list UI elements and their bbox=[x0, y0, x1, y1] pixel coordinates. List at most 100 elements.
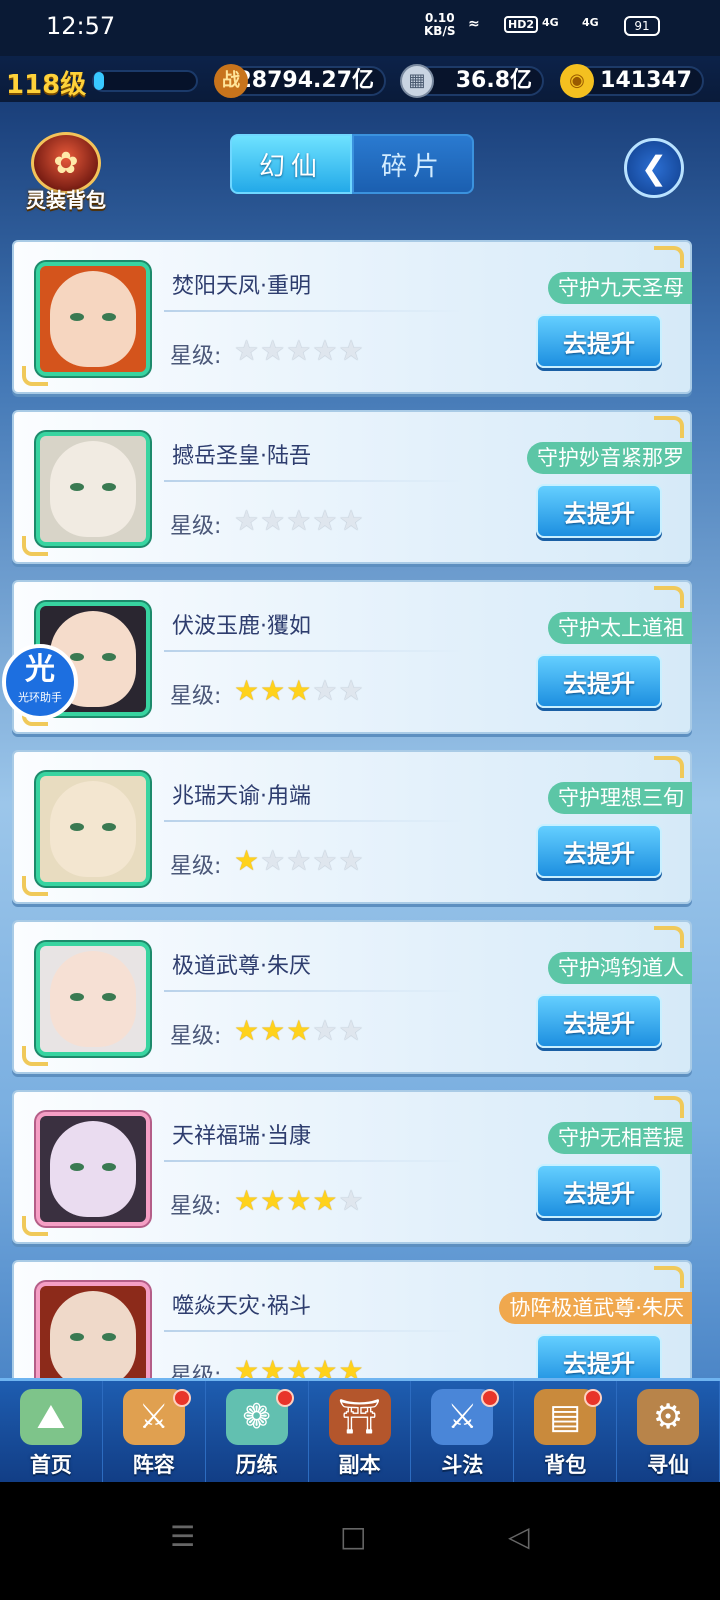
corner-ornament bbox=[654, 756, 684, 778]
star-icon: ★ bbox=[234, 504, 261, 537]
star-icon: ★ bbox=[260, 504, 287, 537]
spirit-portrait[interactable] bbox=[36, 1282, 150, 1378]
spirit-portrait[interactable] bbox=[36, 432, 150, 546]
nav-item[interactable]: ⛰ 首页 bbox=[0, 1381, 103, 1485]
star-rating: ★★★★★ bbox=[234, 1354, 365, 1378]
star-icon: ★ bbox=[312, 1184, 339, 1217]
divider bbox=[164, 820, 464, 822]
guard-tag: 守护理想三旬 bbox=[548, 782, 692, 814]
back-triangle-icon[interactable]: ◁ bbox=[508, 1520, 530, 1553]
back-button[interactable]: ❮ bbox=[624, 138, 684, 198]
star-level-label: 星级: bbox=[170, 1194, 222, 1219]
corner-ornament bbox=[654, 926, 684, 948]
signal-icon-1: 4G bbox=[542, 16, 559, 29]
upgrade-button[interactable]: 去提升 bbox=[536, 314, 662, 368]
spirit-name: 噬焱天灾·祸斗 bbox=[172, 1294, 311, 1319]
notification-dot bbox=[172, 1389, 191, 1407]
spirit-portrait[interactable] bbox=[36, 942, 150, 1056]
nav-label: 斗法 bbox=[441, 1453, 484, 1477]
spirit-card: 撼岳圣皇·陆吾 星级: ★★★★★ 守护妙音紧那罗 去提升 bbox=[12, 410, 692, 564]
upgrade-button[interactable]: 去提升 bbox=[536, 1334, 662, 1378]
upgrade-button[interactable]: 去提升 bbox=[536, 654, 662, 708]
star-rating: ★★★★★ bbox=[234, 1184, 365, 1217]
spirit-card: 噬焱天灾·祸斗 星级: ★★★★★ 协阵极道武尊·朱厌 去提升 bbox=[12, 1260, 692, 1378]
portrait-face bbox=[50, 441, 136, 537]
coin-display[interactable]: ▦ 36.8亿 bbox=[400, 64, 544, 98]
corner-ornament bbox=[654, 416, 684, 438]
portrait-face bbox=[50, 1121, 136, 1217]
nav-item[interactable]: ▤ 背包 bbox=[514, 1381, 618, 1485]
nav-label: 历练 bbox=[235, 1453, 278, 1477]
system-nav-bar: ☰ □ ◁ bbox=[0, 1482, 720, 1600]
home-icon: ⛰ bbox=[19, 1389, 82, 1445]
gold-display[interactable]: ◉ 141347 bbox=[560, 64, 704, 98]
home-button-icon[interactable]: □ bbox=[340, 1520, 366, 1553]
star-icon: ★ bbox=[312, 1354, 339, 1378]
spirit-portrait[interactable] bbox=[36, 262, 150, 376]
star-icon: ★ bbox=[312, 504, 339, 537]
nav-item[interactable]: ⚔ 阵容 bbox=[103, 1381, 206, 1485]
star-icon: ★ bbox=[312, 1014, 339, 1047]
star-rating: ★★★★★ bbox=[234, 1014, 365, 1047]
upgrade-button[interactable]: 去提升 bbox=[536, 1164, 662, 1218]
spirit-card: 天祥福瑞·当康 星级: ★★★★★ 守护无相菩提 去提升 bbox=[12, 1090, 692, 1244]
upgrade-button[interactable]: 去提升 bbox=[536, 484, 662, 538]
spirit-portrait[interactable] bbox=[36, 1112, 150, 1226]
divider bbox=[164, 650, 464, 652]
divider bbox=[164, 1160, 464, 1162]
spirit-portrait[interactable] bbox=[36, 772, 150, 886]
star-icon: ★ bbox=[260, 1014, 287, 1047]
star-level-label: 星级: bbox=[170, 854, 222, 879]
star-icon: ★ bbox=[312, 334, 339, 367]
star-icon: ★ bbox=[234, 844, 261, 877]
power-icon: 战 bbox=[214, 64, 248, 98]
nav-item[interactable]: ❁ 历练 bbox=[206, 1381, 309, 1485]
divider bbox=[164, 480, 464, 482]
star-icon: ★ bbox=[286, 844, 313, 877]
spirit-card: 伏波玉鹿·玃如 星级: ★★★★★ 守护太上道祖 去提升 bbox=[12, 580, 692, 734]
nav-item[interactable]: ⚙ 寻仙 bbox=[617, 1381, 720, 1485]
corner-ornament bbox=[654, 1096, 684, 1118]
coin-value: 36.8亿 bbox=[455, 68, 532, 93]
star-rating: ★★★★★ bbox=[234, 334, 365, 367]
portrait-face bbox=[50, 951, 136, 1047]
upgrade-button[interactable]: 去提升 bbox=[536, 994, 662, 1048]
guard-tag: 协阵极道武尊·朱厌 bbox=[499, 1292, 692, 1324]
star-icon: ★ bbox=[234, 1014, 261, 1047]
star-icon: ★ bbox=[260, 1184, 287, 1217]
divider bbox=[164, 310, 464, 312]
nav-label: 副本 bbox=[338, 1453, 381, 1477]
notification-dot bbox=[584, 1389, 603, 1407]
star-icon: ★ bbox=[312, 844, 339, 877]
spirit-card: 兆瑞天谕·甪端 星级: ★★★★★ 守护理想三旬 去提升 bbox=[12, 750, 692, 904]
tab-bar: 幻仙 碎片 bbox=[230, 134, 474, 194]
upgrade-button[interactable]: 去提升 bbox=[536, 824, 662, 878]
guard-tag: 守护妙音紧那罗 bbox=[527, 442, 692, 474]
notification-dot bbox=[481, 1389, 500, 1407]
menu-icon[interactable]: ☰ bbox=[170, 1520, 195, 1553]
power-value: 28794.27亿 bbox=[236, 68, 374, 93]
tab-fragments[interactable]: 碎片 bbox=[352, 134, 474, 194]
guard-tag: 守护太上道祖 bbox=[548, 612, 692, 644]
star-icon: ★ bbox=[338, 844, 365, 877]
star-rating: ★★★★★ bbox=[234, 674, 365, 707]
corner-ornament bbox=[654, 586, 684, 608]
resource-bar: 118级 战 28794.27亿 ▦ 36.8亿 ◉ 141347 bbox=[0, 56, 720, 102]
star-icon: ★ bbox=[338, 504, 365, 537]
main-scene: ✿ 灵装背包 幻仙 碎片 ❮ 焚阳天凤·重明 星级: ★★★★★ 守护九天圣母 去提升撼… bbox=[0, 102, 720, 1378]
battery-icon: 91 bbox=[624, 16, 660, 36]
spirit-list[interactable]: 焚阳天凤·重明 星级: ★★★★★ 守护九天圣母 去提升 撼岳圣皇·陆吾 星级: ★★★★★ 守… bbox=[12, 240, 692, 1378]
hd-icon: HD2 bbox=[504, 16, 538, 33]
coin-icon: ▦ bbox=[400, 64, 434, 98]
tab-huanxian[interactable]: 幻仙 bbox=[230, 134, 352, 194]
bottom-nav: ⛰ 首页 ⚔ 阵容 ❁ 历练 ⛩ 副本 ⚔ 斗法 ▤ 背包 ⚙ 寻仙 bbox=[0, 1378, 720, 1485]
star-icon: ★ bbox=[286, 1014, 313, 1047]
corner-ornament bbox=[654, 246, 684, 268]
helper-icon: 光 bbox=[25, 652, 55, 687]
nav-item[interactable]: ⚔ 斗法 bbox=[411, 1381, 515, 1485]
portrait-face bbox=[50, 1291, 136, 1378]
guard-tag: 守护无相菩提 bbox=[548, 1122, 692, 1154]
halo-helper-button[interactable]: 光 光环助手 bbox=[2, 644, 78, 720]
spirit-bag-button[interactable]: ✿ 灵装背包 bbox=[18, 132, 114, 216]
nav-item[interactable]: ⛩ 副本 bbox=[309, 1381, 412, 1485]
